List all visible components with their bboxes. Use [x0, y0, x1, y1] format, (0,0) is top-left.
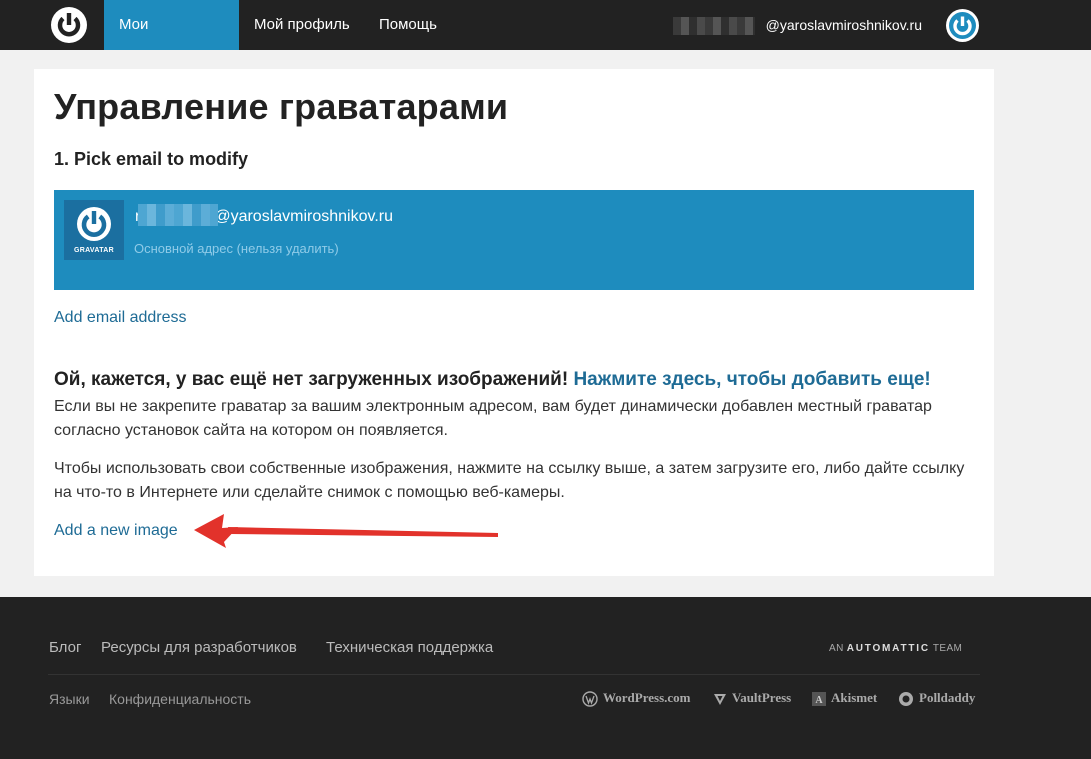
- footer-divider: [48, 674, 980, 675]
- akismet-icon: A: [812, 692, 826, 707]
- gravatar-logo-icon: [77, 207, 111, 241]
- brand-akismet-label: Akismet: [831, 690, 878, 705]
- nav-my-profile[interactable]: Мой профиль: [239, 0, 365, 50]
- vaultpress-icon: [714, 694, 726, 706]
- user-avatar-icon[interactable]: [946, 9, 979, 42]
- step-title: 1. Pick email to modify: [54, 149, 249, 169]
- footer-link-blog[interactable]: Блог: [49, 639, 81, 656]
- footer: Блог Ресурсы для разработчиков Техническ…: [0, 597, 1091, 759]
- red-arrow-annotation: [194, 514, 498, 548]
- wordpress-icon: [582, 691, 598, 707]
- page-title: Управление граватарами: [54, 86, 509, 127]
- footer-link-privacy[interactable]: Конфиденциальность: [109, 691, 251, 707]
- automattic-post: TEAM: [932, 643, 963, 654]
- main-card: Управление граватарами 1. Pick email to …: [34, 69, 994, 576]
- brand-wordpress[interactable]: WordPress.com: [582, 690, 691, 707]
- email-address-suffix: @yaroslavmiroshnikov.ru: [214, 208, 393, 225]
- redacted-email-blur: [138, 204, 218, 226]
- brand-akismet[interactable]: A Akismet: [812, 690, 878, 707]
- gravatar-thumbnail: GRAVATAR: [64, 200, 124, 260]
- brand-polldaddy[interactable]: Polldaddy: [898, 690, 975, 707]
- info-paragraph-2: Чтобы использовать свои собственные изоб…: [54, 460, 965, 501]
- footer-link-support[interactable]: Техническая поддержка: [326, 639, 493, 656]
- footer-link-developers[interactable]: Ресурсы для разработчиков: [101, 639, 297, 656]
- brand-vaultpress[interactable]: VaultPress: [713, 690, 791, 706]
- add-image-click-here-link[interactable]: Нажмите здесь, чтобы добавить еще!: [573, 369, 930, 390]
- selected-email-item[interactable]: GRAVATAR r@yaroslavmiroshnikov.ru Основн…: [54, 190, 974, 290]
- user-email[interactable]: @yaroslavmiroshnikov.ru: [766, 0, 922, 50]
- info-paragraph-1: Если вы не закрепите граватар за вашим э…: [54, 398, 932, 439]
- automattic-team-label[interactable]: AN AUTOMATTIC TEAM: [829, 643, 962, 654]
- automattic-pre: AN: [829, 643, 844, 654]
- nav-my-gravatars[interactable]: Мои граватары: [104, 0, 239, 83]
- brand-vaultpress-label: VaultPress: [732, 690, 792, 705]
- polldaddy-icon: [899, 692, 913, 707]
- gravatar-logo-icon[interactable]: [51, 7, 87, 43]
- redacted-email-blur: [673, 17, 755, 35]
- email-subtitle: Основной адрес (нельзя удалить): [134, 241, 339, 256]
- gravatar-thumb-label: GRAVATAR: [74, 247, 114, 254]
- add-new-image-link[interactable]: Add a new image: [54, 522, 178, 540]
- no-images-warning: Ой, кажется, у вас ещё нет загруженных и…: [54, 369, 931, 391]
- add-email-link[interactable]: Add email address: [54, 309, 187, 327]
- nav-help[interactable]: Помощь: [364, 0, 452, 50]
- brand-polldaddy-label: Polldaddy: [919, 690, 976, 705]
- top-navigation-bar: Мои граватары Мой профиль Помощь @yarosl…: [0, 0, 1091, 83]
- brand-wordpress-label: WordPress.com: [603, 690, 691, 705]
- warning-text: Ой, кажется, у вас ещё нет загруженных и…: [54, 369, 569, 390]
- svg-text:A: A: [815, 695, 823, 706]
- footer-link-languages[interactable]: Языки: [49, 691, 90, 707]
- automattic-brand: AUTOMATTIC: [846, 643, 930, 654]
